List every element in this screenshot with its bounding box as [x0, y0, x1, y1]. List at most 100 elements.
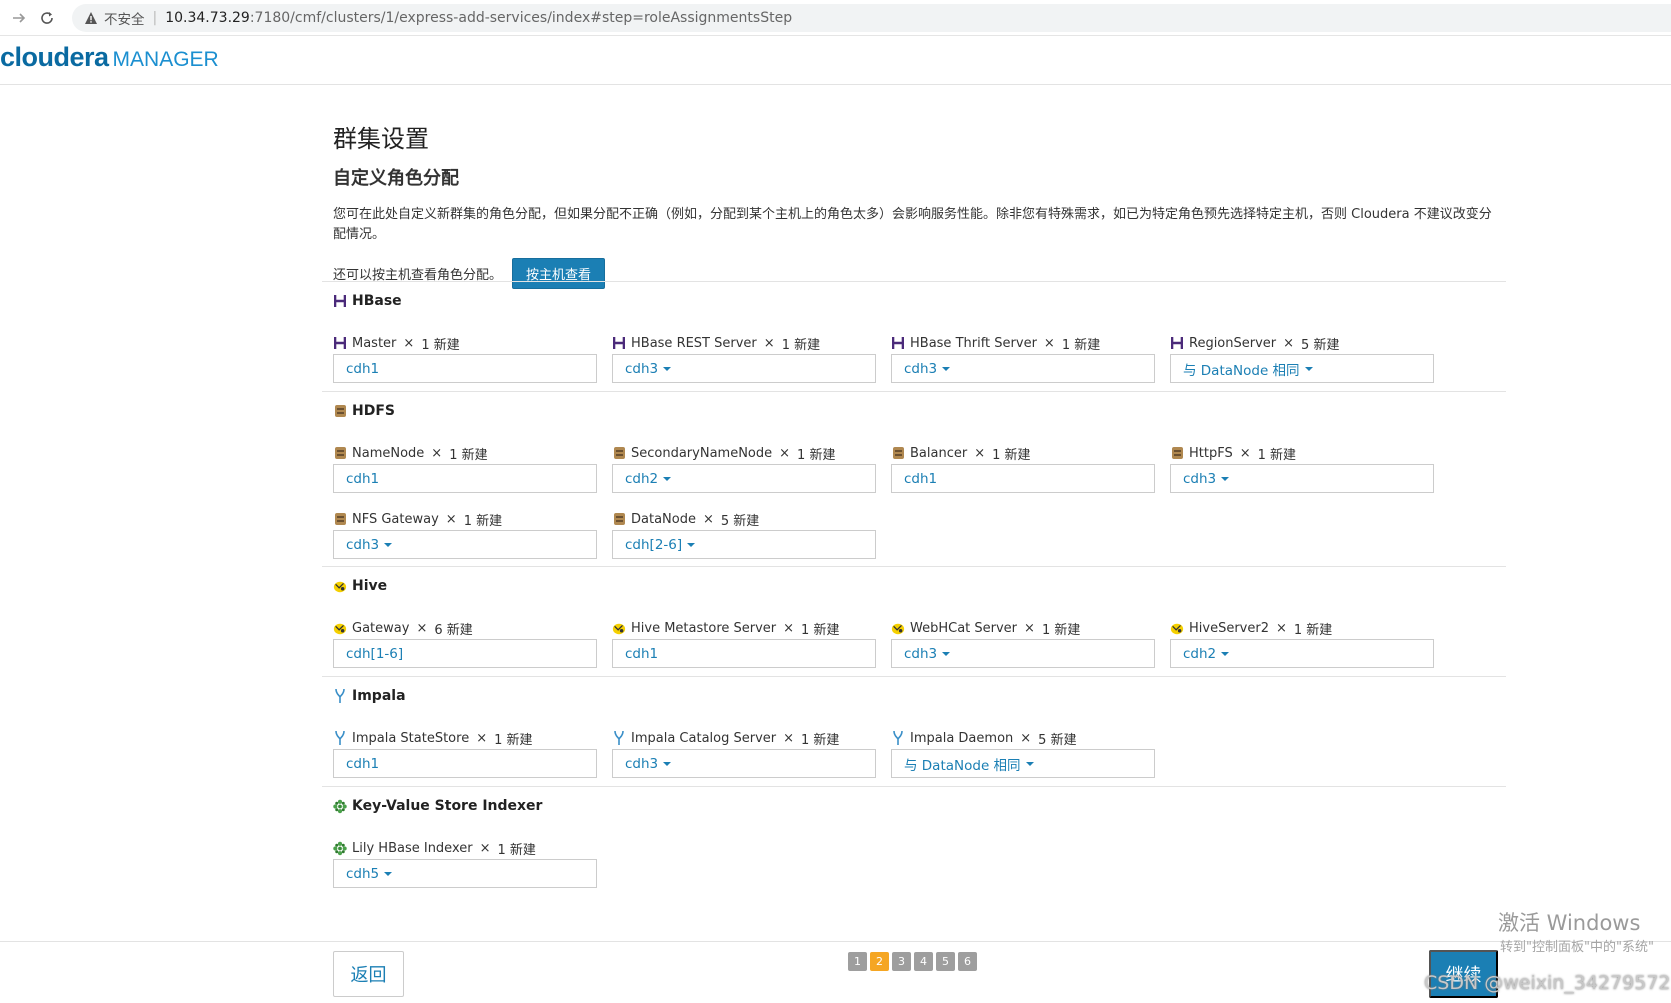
role-label: Impala StateStore × 1 新建 [333, 727, 597, 749]
role-label: RegionServer × 5 新建 [1170, 332, 1434, 354]
role-name: HiveServer2 [1189, 620, 1269, 636]
host-selector-value[interactable]: cdh1 [346, 361, 379, 377]
step-4[interactable]: 4 [914, 952, 933, 971]
role-name: Lily HBase Indexer [352, 840, 473, 856]
caret-down-icon[interactable] [384, 871, 393, 876]
service-heading: HDFS [333, 403, 395, 419]
step-3[interactable]: 3 [892, 952, 911, 971]
host-selector[interactable]: cdh1 [333, 749, 597, 778]
url-host[interactable]: 10.34.73.29 [165, 10, 250, 26]
host-selector-value[interactable]: cdh3 [625, 361, 658, 377]
hbase-icon [333, 293, 347, 309]
multiply-icon: × [702, 511, 714, 527]
service-section-hbase: HBase Master × 1 新建 cdh1 HBase REST Server × 1 … [322, 281, 1506, 383]
reload-icon[interactable] [36, 7, 58, 29]
host-selector[interactable]: cdh1 [891, 464, 1155, 493]
host-selector[interactable]: cdh3 [1170, 464, 1434, 493]
host-selector-value[interactable]: cdh3 [625, 756, 658, 772]
service-name: Impala [352, 688, 406, 704]
cloudera-manager-logo[interactable]: cloudera MANAGER [0, 42, 219, 73]
multiply-icon: × [1020, 730, 1032, 746]
host-selector-value[interactable]: cdh1 [904, 471, 937, 487]
page-title: 群集设置 [333, 125, 429, 153]
forward-arrow-icon[interactable] [8, 7, 30, 29]
host-selector[interactable]: cdh[1-6] [333, 639, 597, 668]
host-selector-value[interactable]: cdh3 [1183, 471, 1216, 487]
caret-down-icon[interactable] [663, 476, 672, 481]
back-button[interactable]: 返回 [333, 951, 404, 997]
caret-down-icon[interactable] [663, 366, 672, 371]
host-selector[interactable]: 与 DataNode 相同 [891, 749, 1155, 778]
host-selector[interactable]: cdh1 [333, 354, 597, 383]
logo-text: cloudera [0, 42, 109, 72]
caret-down-icon[interactable] [942, 651, 951, 656]
role-count: 1 新建 [494, 732, 533, 748]
intro-text: 您可在此处自定义新群集的角色分配，但如果分配不正确（例如，分配到某个主机上的角色… [333, 207, 1492, 242]
hdfs-icon [891, 445, 905, 461]
host-selector-value[interactable]: cdh5 [346, 866, 379, 882]
role-name: HBase REST Server [631, 335, 757, 351]
caret-down-icon[interactable] [384, 542, 393, 547]
host-selector-value[interactable]: cdh[2-6] [625, 537, 682, 553]
host-selector-value[interactable]: cdh2 [1183, 646, 1216, 662]
windows-activation-title: 激活 Windows [1498, 911, 1641, 935]
step-6[interactable]: 6 [958, 952, 977, 971]
caret-down-icon[interactable] [942, 366, 951, 371]
role-name: Hive Metastore Server [631, 620, 777, 636]
host-selector-value[interactable]: cdh3 [904, 646, 937, 662]
host-selector-value[interactable]: cdh3 [346, 537, 379, 553]
warning-icon[interactable] [84, 11, 98, 25]
address-bar[interactable]: 不安全 | 10.34.73.29:7180/cmf/clusters/1/ex… [72, 4, 1671, 32]
host-selector-value[interactable]: 与 DataNode 相同 [904, 754, 1021, 774]
role-count: 1 新建 [1293, 622, 1333, 638]
wizard-footer: 返回 123456 继续 [0, 941, 1671, 1003]
lily-indexer-icon [333, 840, 347, 856]
host-selector[interactable]: cdh1 [612, 639, 876, 668]
host-selector[interactable]: cdh3 [333, 530, 597, 559]
role-name: WebHCat Server [910, 620, 1018, 636]
url-path[interactable]: :7180/cmf/clusters/1/express-add-service… [250, 10, 792, 26]
host-selector-value[interactable]: 与 DataNode 相同 [1183, 359, 1300, 379]
caret-down-icon[interactable] [663, 761, 672, 766]
host-selector[interactable]: cdh2 [612, 464, 876, 493]
caret-down-icon[interactable] [1025, 761, 1034, 766]
role-count: 1 新建 [1257, 447, 1297, 463]
step-2[interactable]: 2 [870, 952, 889, 971]
host-selector-value[interactable]: cdh1 [346, 471, 379, 487]
host-selector[interactable]: cdh3 [891, 354, 1155, 383]
host-selector[interactable]: cdh5 [333, 859, 597, 888]
role-count: 5 新建 [1301, 337, 1340, 353]
host-selector-value[interactable]: cdh2 [625, 471, 658, 487]
multiply-icon: × [476, 730, 488, 746]
host-selector-value[interactable]: cdh[1-6] [346, 646, 403, 662]
host-selector[interactable]: 与 DataNode 相同 [1170, 354, 1434, 383]
caret-down-icon[interactable] [1221, 651, 1230, 656]
multiply-icon: × [779, 445, 791, 461]
role-name: Impala Catalog Server [631, 730, 777, 746]
role-count: 5 新建 [1038, 732, 1077, 748]
host-selector[interactable]: cdh2 [1170, 639, 1434, 668]
view-by-host-button[interactable]: 按主机查看 [512, 257, 606, 289]
host-selector-value[interactable]: cdh1 [625, 646, 658, 662]
step-1[interactable]: 1 [848, 952, 867, 971]
app-header: cloudera MANAGER [0, 36, 1671, 85]
role-name: RegionServer [1189, 335, 1277, 351]
host-selector[interactable]: cdh[2-6] [612, 530, 876, 559]
security-label[interactable]: 不安全 [104, 8, 145, 28]
hbase-icon [333, 335, 347, 351]
host-selector[interactable]: cdh3 [612, 749, 876, 778]
host-selector[interactable]: cdh3 [612, 354, 876, 383]
step-5[interactable]: 5 [936, 952, 955, 971]
host-selector[interactable]: cdh1 [333, 464, 597, 493]
hdfs-icon [333, 403, 347, 419]
role-count: 1 新建 [797, 447, 836, 463]
caret-down-icon[interactable] [1304, 366, 1313, 371]
host-selector-value[interactable]: cdh1 [346, 756, 379, 772]
role-label: Hive Metastore Server × 1 新建 [612, 617, 876, 639]
role-impala-daemon: Impala Daemon × 5 新建与 DataNode 相同 [891, 727, 1155, 778]
caret-down-icon[interactable] [1221, 476, 1230, 481]
host-selector-value[interactable]: cdh3 [904, 361, 937, 377]
host-selector[interactable]: cdh3 [891, 639, 1155, 668]
caret-down-icon[interactable] [687, 542, 696, 547]
role-count: 5 新建 [720, 513, 760, 529]
